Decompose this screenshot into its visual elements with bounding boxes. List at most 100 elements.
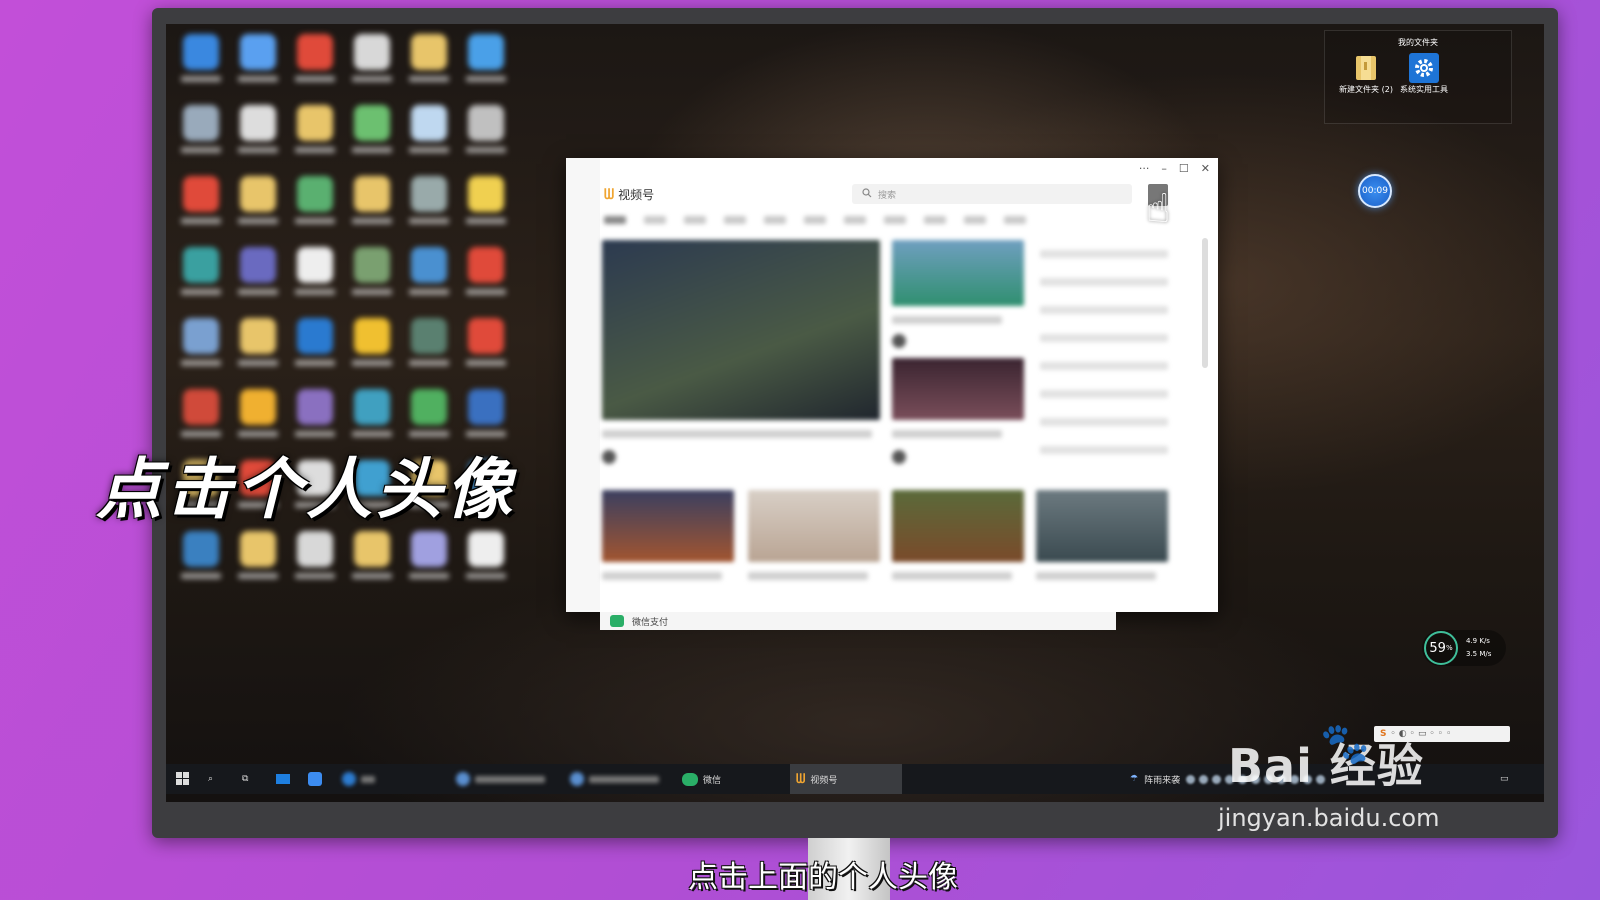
taskbar-app-browser-2[interactable] [570,764,659,794]
video-thumbnail[interactable] [1036,490,1168,562]
shortcut-icon [182,389,219,425]
tab-item[interactable] [884,216,906,224]
desktop-shortcut[interactable] [286,312,343,383]
desktop-shortcut[interactable] [229,312,286,383]
desktop-shortcut[interactable] [457,241,514,312]
desktop-shortcut[interactable] [343,312,400,383]
list-item[interactable] [1040,278,1168,286]
tab-item[interactable] [724,216,746,224]
list-item[interactable] [1040,306,1168,314]
search-input[interactable]: 搜索 [852,184,1132,204]
desktop-shortcut[interactable] [343,99,400,170]
author-avatar [602,450,616,464]
window-controls: ··· – ☐ ✕ [1139,162,1210,175]
desktop-shortcut[interactable] [229,170,286,241]
desktop-shortcut[interactable] [400,312,457,383]
desktop-shortcut[interactable] [343,170,400,241]
shortcut-label [237,147,278,153]
desktop-shortcut[interactable] [457,170,514,241]
desktop-shortcut[interactable] [457,525,514,596]
video-thumbnail-featured[interactable] [602,240,880,420]
shortcut-label [351,360,392,366]
taskbar-app-wechat[interactable]: 微信 [682,764,721,794]
search-taskbar-button[interactable]: ⌕ [208,764,213,794]
desktop-shortcut[interactable] [286,170,343,241]
taskbar-app-mail[interactable] [276,764,290,794]
desktop-shortcut[interactable] [400,170,457,241]
video-thumbnail[interactable] [602,490,734,562]
folder-widget-item-system-tools[interactable]: 系统实用工具 [1389,53,1459,95]
desktop-shortcut[interactable] [172,28,229,99]
taskbar-app-edge[interactable] [342,764,375,794]
maximize-button[interactable]: ☐ [1179,162,1189,175]
desktop-shortcut[interactable] [400,525,457,596]
list-item[interactable] [1040,446,1168,454]
shortcut-label [180,289,221,295]
notification-button[interactable]: ▭ [1500,764,1509,794]
list-item[interactable] [1040,334,1168,342]
desktop-shortcut[interactable] [229,525,286,596]
baidu-watermark: Bai 经验 🐾 jingyan.baidu.com [1218,721,1439,832]
desktop-shortcut[interactable] [172,99,229,170]
shortcut-label [465,147,506,153]
video-thumbnail[interactable] [892,490,1024,562]
list-item[interactable] [1040,362,1168,370]
tab-item[interactable] [964,216,986,224]
more-button[interactable]: ··· [1139,162,1150,175]
desktop-shortcut[interactable] [343,28,400,99]
tab-item[interactable] [804,216,826,224]
tab-item[interactable] [924,216,946,224]
shortcut-icon [296,531,333,567]
video-thumbnail[interactable] [892,358,1024,420]
scrollbar[interactable] [1202,238,1208,368]
tab-item[interactable] [764,216,786,224]
shortcut-label [237,218,278,224]
tab-item[interactable] [844,216,866,224]
list-item[interactable] [1040,250,1168,258]
video-thumbnail[interactable] [748,490,880,562]
desktop-shortcut[interactable] [172,312,229,383]
shortcut-label [180,360,221,366]
shortcut-label [180,573,221,579]
desktop-shortcut[interactable] [172,241,229,312]
desktop-shortcut[interactable] [172,170,229,241]
desktop-shortcut[interactable] [229,241,286,312]
shortcut-icon [353,34,390,70]
close-button[interactable]: ✕ [1201,162,1210,175]
desktop-shortcut[interactable] [286,99,343,170]
desktop-shortcut[interactable] [229,99,286,170]
shortcut-icon [467,105,504,141]
recording-timer[interactable]: 00:09 [1358,174,1392,208]
taskbar-app-browser-1[interactable] [456,764,545,794]
minimize-button[interactable]: – [1161,162,1167,175]
tab-item[interactable] [684,216,706,224]
start-button[interactable] [176,764,190,794]
desktop-shortcut[interactable] [286,525,343,596]
desktop-shortcut[interactable] [400,99,457,170]
desktop-shortcut[interactable] [286,241,343,312]
tab-item[interactable] [604,216,626,224]
tab-item[interactable] [1004,216,1026,224]
shortcut-label [237,76,278,82]
video-thumbnail[interactable] [892,240,1024,306]
desktop-shortcut[interactable] [229,28,286,99]
list-item[interactable] [1040,418,1168,426]
desktop-shortcut[interactable] [343,241,400,312]
task-view-button[interactable]: ⧉ [242,764,248,794]
taskbar-app-channels[interactable]: ᗯ 视频号 [790,764,902,794]
desktop-shortcut[interactable] [457,28,514,99]
desktop-shortcut[interactable] [343,525,400,596]
desktop-shortcut[interactable] [172,525,229,596]
list-item[interactable] [1040,390,1168,398]
desktop-shortcut[interactable] [457,99,514,170]
taskbar-app-feishu[interactable] [308,764,322,794]
desktop-shortcut[interactable] [286,28,343,99]
desktop-shortcut[interactable] [457,312,514,383]
desktop-shortcut[interactable] [400,241,457,312]
desktop-shortcut[interactable] [400,28,457,99]
shortcut-icon [182,105,219,141]
weather-label[interactable]: 阵雨来袭 [1144,773,1180,786]
tab-item[interactable] [644,216,666,224]
shortcut-icon [467,389,504,425]
shortcut-icon [353,176,390,212]
